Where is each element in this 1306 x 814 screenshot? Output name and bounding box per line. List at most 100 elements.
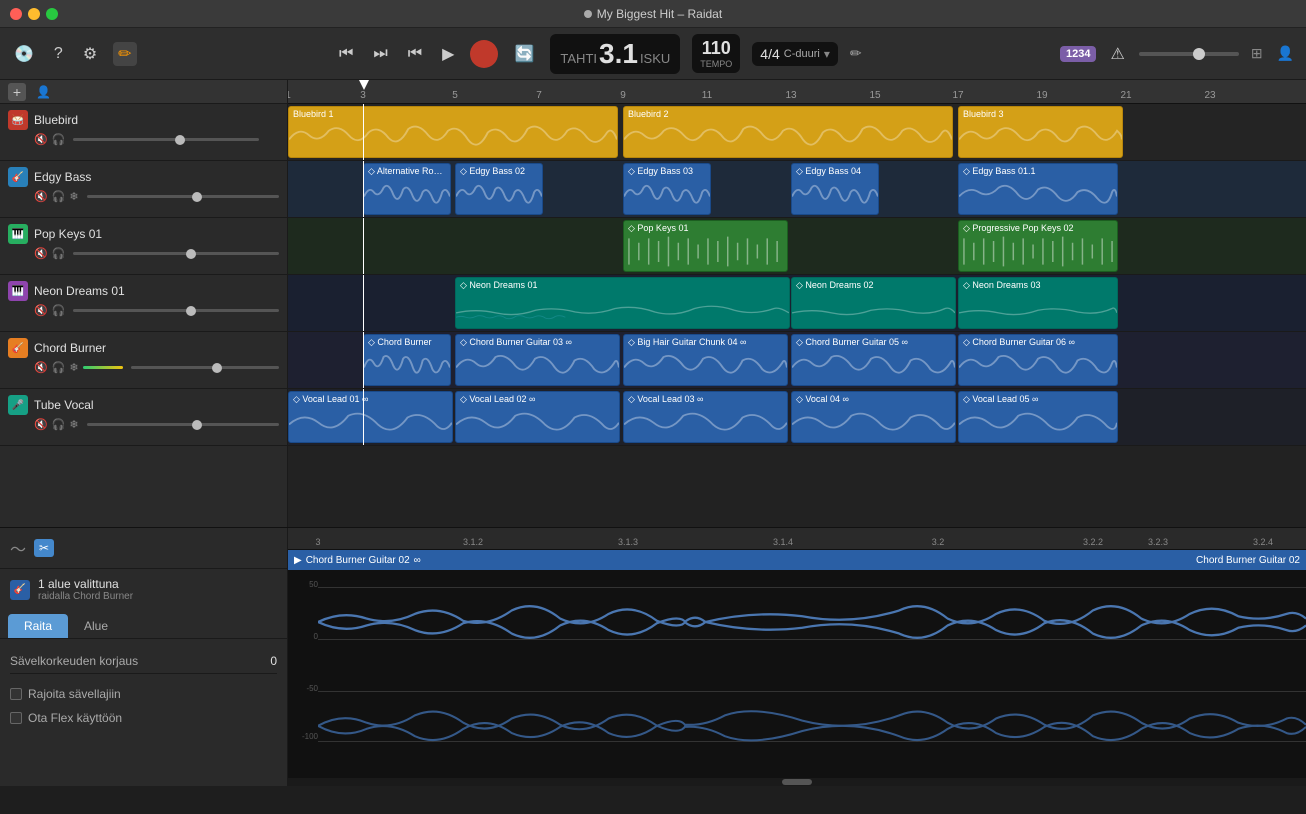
clip-bass-2[interactable]: ◇ Edgy Bass 02 <box>455 163 543 215</box>
track-row-bass[interactable]: ◇ Alternative Rock Bass 01 ◇ Edgy Bass 0… <box>288 161 1306 218</box>
track-row-vocal[interactable]: ◇ Vocal Lead 01 ∞ ◇ Vocal Lead 02 ∞ ◇ Vo… <box>288 389 1306 446</box>
track-fader-neon[interactable] <box>73 309 279 312</box>
track-fader-vocal[interactable] <box>87 423 279 426</box>
mute-icon-neon[interactable]: 🔇 <box>34 304 48 317</box>
fader-thumb-neon[interactable] <box>186 306 196 316</box>
clip-bluebird-3[interactable]: Bluebird 3 <box>958 106 1123 158</box>
record-button[interactable] <box>470 40 498 68</box>
clip-neon-1[interactable]: ◇ Neon Dreams 01 <box>455 277 790 329</box>
fader-thumb-bluebird[interactable] <box>175 135 185 145</box>
track-row-chord[interactable]: ◇ Chord Burner ◇ Chord Burner Guitar 03 … <box>288 332 1306 389</box>
mute-icon-bluebird[interactable]: 🔇 <box>34 133 48 146</box>
editors-button[interactable]: ✏ <box>113 42 136 66</box>
solo-icon-neon[interactable]: 🎧 <box>52 304 66 317</box>
go-to-beginning-button[interactable]: ⏮ <box>404 41 426 67</box>
clip-keys-1[interactable]: ◇ Pop Keys 01 <box>623 220 788 272</box>
solo-icon-vocal[interactable]: 🎧 <box>52 418 66 431</box>
volume-thumb[interactable] <box>1193 48 1205 60</box>
master-volume[interactable] <box>1139 52 1239 56</box>
clip-bass-5[interactable]: ◇ Edgy Bass 01.1 <box>958 163 1118 215</box>
bottom-editor-scrollbar[interactable] <box>288 778 1306 786</box>
clip-vocal-1[interactable]: ◇ Vocal Lead 01 ∞ <box>288 391 453 443</box>
time-sig-display[interactable]: 4/4 C-duuri ▾ <box>752 42 838 66</box>
clip-neon-2[interactable]: ◇ Neon Dreams 02 <box>791 277 956 329</box>
clip-label-chord-1: ◇ Chord Burner <box>368 337 446 348</box>
bottom-scrollbar-thumb[interactable] <box>782 779 812 785</box>
freeze-icon-chord[interactable]: ❄ <box>69 361 78 374</box>
waveform-canvas[interactable]: 50 0 -50 -100 <box>288 570 1306 778</box>
layout-button[interactable]: ⊞ <box>1249 43 1265 64</box>
fast-forward-button[interactable]: ⏭ <box>369 41 391 67</box>
clip-header-label-left: Chord Burner Guitar 02 <box>306 555 410 566</box>
clip-chord-4[interactable]: ◇ Chord Burner Guitar 05 ∞ <box>791 334 956 386</box>
cycle-button[interactable]: 🔄 <box>510 40 538 68</box>
clip-vocal-5[interactable]: ◇ Vocal Lead 05 ∞ <box>958 391 1118 443</box>
volume-track[interactable] <box>1139 52 1239 56</box>
clip-neon-3[interactable]: ◇ Neon Dreams 03 <box>958 277 1118 329</box>
add-track-button[interactable]: + <box>8 83 26 101</box>
clip-bass-4[interactable]: ◇ Edgy Bass 04 <box>791 163 879 215</box>
solo-icon-bass[interactable]: 🎧 <box>52 190 66 203</box>
fader-thumb-bass[interactable] <box>192 192 202 202</box>
checkbox-flex-row[interactable]: Ota Flex käyttöön <box>10 706 277 730</box>
track-row-keys[interactable]: ◇ Pop Keys 01 <box>288 218 1306 275</box>
solo-icon-chord[interactable]: 🎧 <box>52 361 66 374</box>
mute-icon-chord[interactable]: 🔇 <box>34 361 48 374</box>
clip-bluebird-2[interactable]: Bluebird 2 <box>623 106 953 158</box>
tab-raita[interactable]: Raita <box>8 614 68 638</box>
checkbox-scale-row[interactable]: Rajoita sävellajiin <box>10 682 277 706</box>
mute-icon-keys[interactable]: 🔇 <box>34 247 48 260</box>
empty-track-area[interactable] <box>288 446 1306 527</box>
track-row-neon[interactable]: ◇ Neon Dreams 01 ◇ Neon Dreams 02 ◇ Neon… <box>288 275 1306 332</box>
clip-bass-1[interactable]: ◇ Alternative Rock Bass 01 <box>363 163 451 215</box>
freeze-icon-bass[interactable]: ❄ <box>69 190 78 203</box>
fader-thumb-chord[interactable] <box>212 363 222 373</box>
maximize-button[interactable] <box>46 8 58 20</box>
mute-icon-vocal[interactable]: 🔇 <box>34 418 48 431</box>
midi-icon-bottom[interactable]: ✂ <box>34 539 54 557</box>
mute-icon-bass[interactable]: 🔇 <box>34 190 48 203</box>
play-button[interactable]: ▶ <box>438 40 458 68</box>
smartcontrols-button[interactable]: ⚙ <box>79 40 101 68</box>
freeze-icon-vocal[interactable]: ❄ <box>69 418 78 431</box>
track-fader-bass[interactable] <box>87 195 279 198</box>
smart-controls-toggle[interactable]: 👤 <box>34 83 53 101</box>
clip-chord-3[interactable]: ◇ Big Hair Guitar Chunk 04 ∞ <box>623 334 788 386</box>
warning-button[interactable]: ⚠ <box>1106 40 1128 68</box>
clip-vocal-3[interactable]: ◇ Vocal Lead 03 ∞ <box>623 391 788 443</box>
waveform-editor-area[interactable]: ▶ Chord Burner Guitar 02 ∞ Chord Burner … <box>288 550 1306 786</box>
timeline-area[interactable]: 1 3 5 7 9 11 13 15 17 19 21 23 <box>288 80 1306 527</box>
fader-thumb-keys[interactable] <box>186 249 196 259</box>
clip-chord-2[interactable]: ◇ Chord Burner Guitar 03 ∞ <box>455 334 620 386</box>
track-icon-bluebird: 🥁 <box>8 110 28 130</box>
track-list: + 👤 🥁 Bluebird 🔇 🎧 🎸 Edgy Bass <box>0 80 288 527</box>
tab-alue[interactable]: Alue <box>68 614 124 638</box>
track-fader-bluebird[interactable] <box>73 138 259 141</box>
checkbox-scale[interactable] <box>10 688 22 700</box>
clip-vocal-4[interactable]: ◇ Vocal 04 ∞ <box>791 391 956 443</box>
clip-chord-5[interactable]: ◇ Chord Burner Guitar 06 ∞ <box>958 334 1118 386</box>
checkbox-flex[interactable] <box>10 712 22 724</box>
fader-thumb-vocal[interactable] <box>192 420 202 430</box>
clip-vocal-2[interactable]: ◇ Vocal Lead 02 ∞ <box>455 391 620 443</box>
clip-chord-1[interactable]: ◇ Chord Burner <box>363 334 451 386</box>
help-button[interactable]: ? <box>50 41 67 67</box>
waveform-chord-2 <box>456 350 619 385</box>
solo-icon-keys[interactable]: 🎧 <box>52 247 66 260</box>
clip-bass-3[interactable]: ◇ Edgy Bass 03 <box>623 163 711 215</box>
library-button[interactable]: 💿 <box>10 40 38 68</box>
track-controls-bluebird: 🔇 🎧 <box>8 133 279 146</box>
minimize-button[interactable] <box>28 8 40 20</box>
track-fader-keys[interactable] <box>73 252 279 255</box>
clip-bluebird-1[interactable]: Bluebird 1 <box>288 106 618 158</box>
track-row-bluebird[interactable]: Bluebird 1 Bluebird 2 Bluebird 3 <box>288 104 1306 161</box>
pencil-mode-button[interactable]: ✏ <box>850 45 862 62</box>
close-button[interactable] <box>10 8 22 20</box>
smart-help-button[interactable]: 👤 <box>1275 43 1296 64</box>
track-fader-chord[interactable] <box>131 366 279 369</box>
rewind-button[interactable]: ⏮ <box>335 41 357 67</box>
clip-keys-2[interactable]: ◇ Progressive Pop Keys 02 <box>958 220 1118 272</box>
window-controls[interactable] <box>10 8 58 20</box>
solo-icon-bluebird[interactable]: 🎧 <box>52 133 66 146</box>
audio-icon-bottom[interactable]: 〜 <box>8 534 28 562</box>
